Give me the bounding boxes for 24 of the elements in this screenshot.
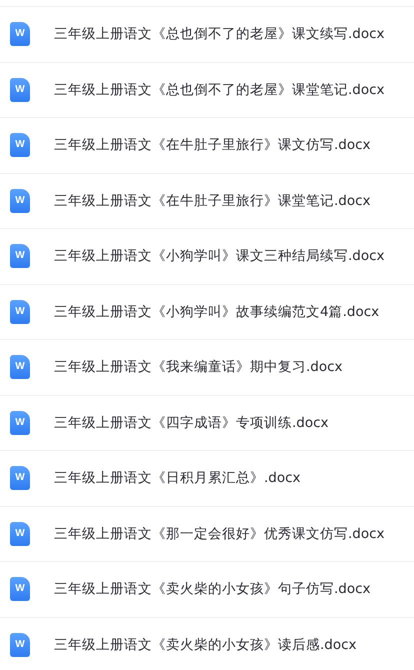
file-name[interactable]: 三年级上册语文《四字成语》专项训练.docx [54, 414, 329, 432]
icon-letter: W [15, 251, 25, 262]
icon-letter: W [15, 640, 25, 650]
file-name[interactable]: 三年级上册语文《小狗学叫》课文三种结局续写.docx [54, 247, 385, 266]
file-name[interactable]: 三年级上册语文《卖火柴的小女孩》读后感.docx [54, 636, 357, 654]
icon-letter: W [15, 528, 25, 539]
icon-letter: W [15, 418, 25, 428]
file-name[interactable]: 三年级上册语文《在牛肚子里旅行》课堂笔记.docx [54, 192, 371, 210]
file-name[interactable]: 三年级上册语文《那一定会很好》优秀课文仿写.docx [54, 524, 385, 543]
icon-letter: W [15, 584, 25, 594]
file-name[interactable]: 三年级上册语文《在牛肚子里旅行》课文仿写.docx [54, 136, 371, 154]
icon-letter: W [15, 362, 25, 372]
icon-letter: W [15, 473, 25, 484]
file-name[interactable]: 三年级上册语文《我来编童话》期中复习.docx [54, 358, 343, 376]
file-name[interactable]: 三年级上册语文《卖火柴的小女孩》句子仿写.docx [54, 580, 371, 598]
icon-letter: W [15, 29, 25, 40]
icon-letter: W [15, 140, 25, 150]
file-name[interactable]: 三年级上册语文《总也倒不了的老屋》课文续写.docx [54, 25, 385, 44]
file-name[interactable]: 三年级上册语文《日积月累汇总》.docx [54, 469, 301, 488]
file-name[interactable]: 三年级上册语文《总也倒不了的老屋》课堂笔记.docx [54, 80, 385, 99]
icon-letter: W [15, 306, 25, 317]
file-name[interactable]: 三年级上册语文《小狗学叫》故事续编范文4篇.docx [54, 302, 380, 321]
icon-letter: W [15, 196, 25, 206]
icon-letter: W [15, 84, 25, 95]
